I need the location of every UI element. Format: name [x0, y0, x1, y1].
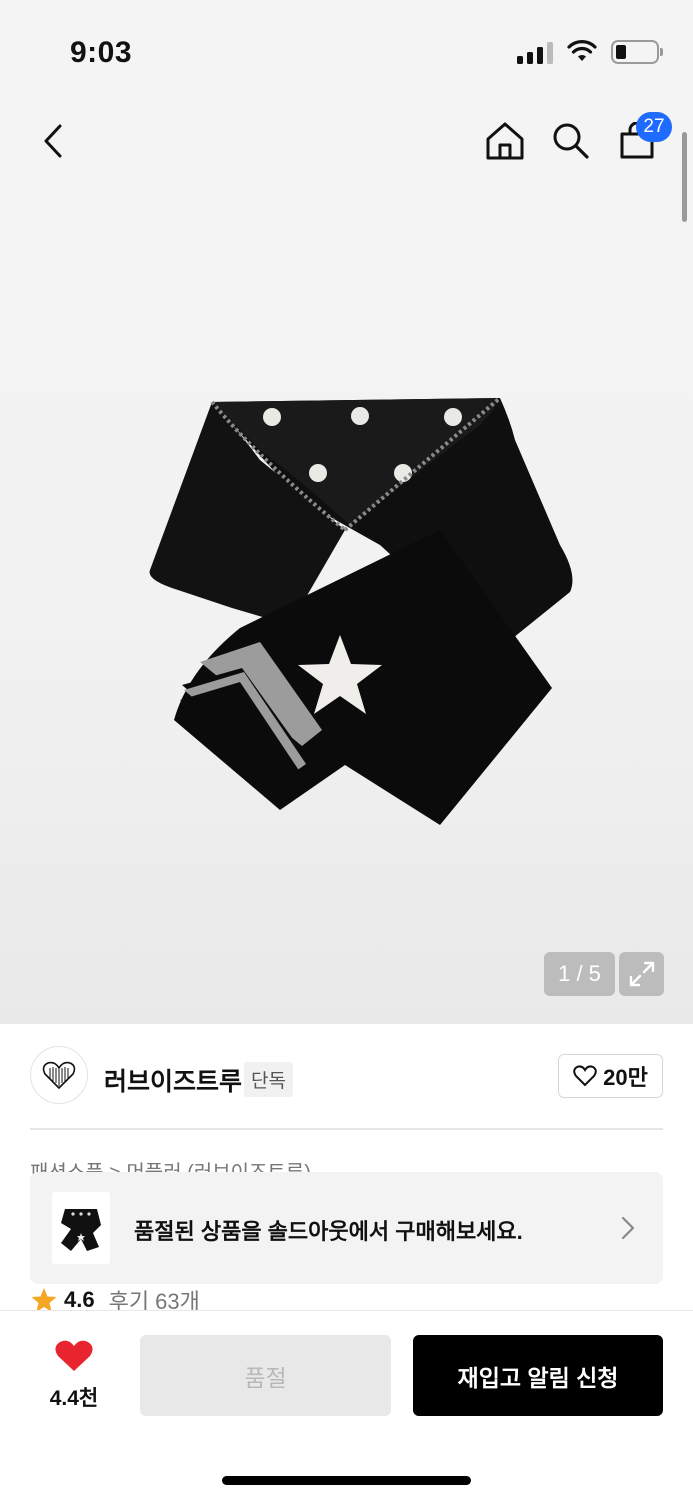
product-photo-scarf [149, 396, 573, 825]
image-counter: 1 / 5 [544, 952, 615, 996]
top-navigation: 27 [0, 110, 693, 174]
brand-row: 러브이즈트루 단독 20만 [30, 1046, 663, 1106]
home-icon [486, 122, 524, 160]
product-image-gallery[interactable]: 9:03 27 1 / 5 [0, 0, 693, 1024]
heart-logo-icon [42, 1061, 76, 1090]
wifi-icon [567, 40, 597, 61]
soldout-marketplace-banner[interactable]: 품절된 상품을 솔드아웃에서 구매해보세요. [30, 1172, 663, 1284]
restock-alert-button[interactable]: 재입고 알림 신청 [413, 1335, 663, 1416]
brand-like-count: 20만 [603, 1065, 648, 1090]
status-icons [517, 40, 663, 64]
signal-icon [517, 40, 553, 64]
home-button[interactable] [480, 116, 530, 166]
back-button[interactable] [28, 116, 78, 166]
chevron-right-icon [621, 1216, 635, 1240]
bottom-action-bar: 4.4천 품절 재입고 알림 신청 [0, 1310, 693, 1500]
banner-product-thumbnail [52, 1192, 110, 1264]
search-icon [553, 123, 589, 159]
scrollbar[interactable] [682, 132, 687, 222]
home-indicator [222, 1476, 471, 1485]
favorite-count: 4.4천 [49, 1387, 99, 1410]
cart-button[interactable]: 27 [612, 112, 672, 166]
brand-like-button[interactable]: 20만 [558, 1054, 663, 1098]
expand-icon [629, 961, 654, 987]
favorite-button[interactable]: 4.4천 [40, 1339, 108, 1412]
heart-outline-icon [573, 1065, 597, 1087]
brand-name[interactable]: 러브이즈트루 [104, 1062, 242, 1098]
cart-count-badge: 27 [636, 112, 672, 142]
heart-filled-icon [55, 1340, 93, 1371]
brand-logo[interactable] [30, 1046, 88, 1104]
exclusive-badge: 단독 [244, 1062, 293, 1097]
status-time: 9:03 [70, 36, 133, 69]
battery-icon [611, 40, 663, 64]
divider [30, 1128, 663, 1130]
chevron-left-icon [44, 124, 62, 158]
search-button[interactable] [546, 116, 596, 166]
status-bar: 9:03 [0, 0, 693, 100]
banner-text: 품절된 상품을 솔드아웃에서 구매해보세요. [134, 1219, 523, 1244]
expand-image-button[interactable] [619, 952, 664, 996]
soldout-button: 품절 [140, 1335, 391, 1416]
